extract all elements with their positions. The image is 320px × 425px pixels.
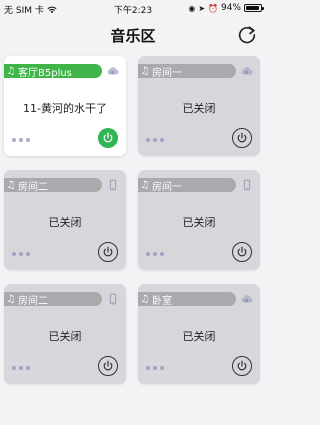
zone-card[interactable]: ♫ 房间一 已关闭 [138, 170, 260, 270]
music-note-icon: ♫ [140, 179, 150, 191]
zone-status: 已关闭 [182, 216, 216, 229]
more-dots-icon[interactable] [146, 366, 164, 370]
status-right: ◉ ➤ ⏰ 94% [188, 3, 264, 13]
screen: 无 SIM 卡 下午2:23 ◉ ➤ ⏰ 94% 音乐区 ♫ 客厅B5plus … [0, 0, 266, 425]
more-dots-icon[interactable] [146, 252, 164, 256]
zone-name: 房间二 [18, 295, 48, 307]
power-icon [237, 246, 247, 257]
alarm-clock-icon: ⏰ [208, 3, 218, 13]
power-icon [103, 360, 113, 371]
power-button[interactable] [98, 128, 118, 148]
refresh-icon[interactable] [236, 24, 258, 46]
phone-device-icon [243, 179, 251, 191]
location-arrow-icon: ➤ [198, 3, 206, 13]
music-note-icon: ♫ [6, 293, 16, 305]
status-bar: 无 SIM 卡 下午2:23 ◉ ➤ ⏰ 94% [0, 0, 266, 18]
zone-card[interactable]: ♫ 房间二 已关闭 [4, 170, 126, 270]
orientation-lock-icon: ◉ [188, 3, 196, 13]
power-button[interactable] [232, 128, 252, 148]
zone-status: 已关闭 [48, 330, 82, 343]
zone-status: 11-黄河的水干了 [23, 102, 107, 115]
zone-tag: ♫ 卧室 [138, 292, 236, 307]
more-dots-icon[interactable] [146, 138, 164, 142]
more-dots-icon[interactable] [12, 366, 30, 370]
cloud-speaker-icon [241, 67, 253, 75]
music-note-icon: ♫ [6, 179, 16, 191]
power-button[interactable] [98, 356, 118, 376]
more-dots-icon[interactable] [12, 252, 30, 256]
zone-card[interactable]: ♫ 房间一 已关闭 [138, 56, 260, 156]
music-note-icon: ♫ [6, 65, 16, 77]
zone-tag: ♫ 客厅B5plus [4, 64, 102, 79]
battery-fill [246, 6, 260, 10]
phone-device-icon [109, 179, 117, 191]
zone-card[interactable]: ♫ 客厅B5plus 11-黄河的水干了 [4, 56, 126, 156]
zone-name: 卧室 [152, 295, 172, 307]
zone-name: 房间二 [18, 181, 48, 193]
battery-percent: 94% [220, 3, 241, 13]
power-button[interactable] [98, 242, 118, 262]
zone-name: 房间一 [152, 67, 182, 79]
more-dots-icon[interactable] [12, 138, 30, 142]
zone-status: 已关闭 [182, 330, 216, 343]
zone-name: 房间一 [152, 181, 182, 193]
zone-tag: ♫ 房间一 [138, 64, 236, 79]
music-note-icon: ♫ [140, 293, 150, 305]
zone-name: 客厅B5plus [18, 67, 72, 79]
zone-tag: ♫ 房间二 [4, 178, 102, 193]
zone-card[interactable]: ♫ 卧室 已关闭 [138, 284, 260, 384]
zone-status: 已关闭 [182, 102, 216, 115]
cloud-speaker-icon [107, 67, 119, 75]
power-icon [237, 360, 247, 371]
zone-status: 已关闭 [48, 216, 82, 229]
page-title: 音乐区 [110, 27, 156, 45]
power-icon [103, 132, 113, 143]
power-icon [103, 246, 113, 257]
power-button[interactable] [232, 242, 252, 262]
cloud-speaker-icon [241, 295, 253, 303]
music-note-icon: ♫ [140, 65, 150, 77]
nav-bar: 音乐区 [0, 18, 266, 52]
phone-device-icon [109, 293, 117, 305]
zone-tag: ♫ 房间二 [4, 292, 102, 307]
power-icon [237, 132, 247, 143]
power-button[interactable] [232, 356, 252, 376]
zone-card[interactable]: ♫ 房间二 已关闭 [4, 284, 126, 384]
zone-tag: ♫ 房间一 [138, 178, 236, 193]
battery-icon [244, 4, 264, 12]
